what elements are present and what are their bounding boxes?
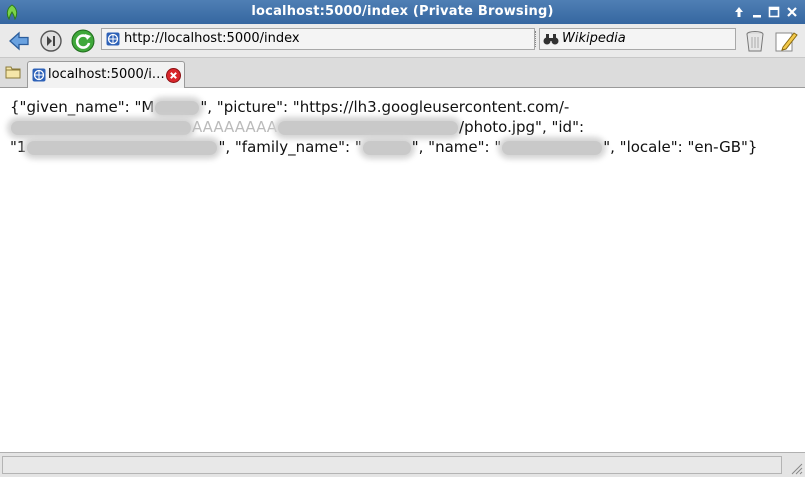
reload-button[interactable] [70,28,96,54]
back-arrow-icon [9,31,29,51]
edit-icon [775,32,798,52]
globe-icon [106,32,120,46]
minimize-icon[interactable] [749,4,765,20]
address-url: http://localhost:5000/index [124,31,300,46]
resize-grip-icon[interactable] [789,461,803,475]
json-text: /photo.jpg", "id": [459,118,585,136]
redacted-block [502,140,603,155]
json-text: "1 [10,138,27,156]
navigation-toolbar: http://localhost:5000/index Wikipedia [0,24,805,58]
binoculars-icon [543,34,559,45]
window-titlebar[interactable]: localhost:5000/index (Private Browsing) [0,0,805,24]
tab-bar: localhost:5000/i… [0,58,805,88]
tab-close-icon[interactable] [166,68,181,83]
redacted-block [278,120,459,135]
new-tab-icon[interactable] [5,65,21,79]
tab-label: localhost:5000/i… [48,67,165,82]
search-bar[interactable]: Wikipedia [539,28,736,50]
close-icon[interactable] [784,4,800,20]
page-content: {"given_name": "M ", "picture": "https://… [0,88,805,452]
json-text: {"given_name": "M [10,98,155,116]
json-text: ", "picture": "https://lh3.googleusercon… [200,98,570,116]
status-bar [0,452,805,477]
reload-icon [71,29,95,53]
json-text: ", "name": " [411,138,502,156]
search-engine-label: Wikipedia [562,31,626,46]
forward-icon [40,30,62,52]
back-button[interactable] [6,28,32,54]
edit-button[interactable] [773,28,799,54]
trash-icon [746,31,764,52]
arrow-up-icon[interactable] [731,4,747,20]
forward-button[interactable] [38,28,64,54]
tab-localhost[interactable]: localhost:5000/i… [27,61,185,88]
json-text: ", "locale": "en-GB"} [603,138,758,156]
status-field [2,456,782,474]
json-response: {"given_name": "M ", "picture": "https://… [10,97,790,157]
window-title: localhost:5000/index (Private Browsing) [251,4,554,19]
json-text: AAAAAAAA [192,118,278,136]
redacted-block [362,140,411,155]
redacted-block [27,140,218,155]
redacted-block [155,100,200,115]
globe-icon [32,68,46,82]
address-bar[interactable]: http://localhost:5000/index [101,28,536,50]
redacted-block [11,120,191,135]
json-text: ", "family_name": " [218,138,362,156]
trash-button[interactable] [742,28,768,54]
maximize-icon[interactable] [766,4,782,20]
